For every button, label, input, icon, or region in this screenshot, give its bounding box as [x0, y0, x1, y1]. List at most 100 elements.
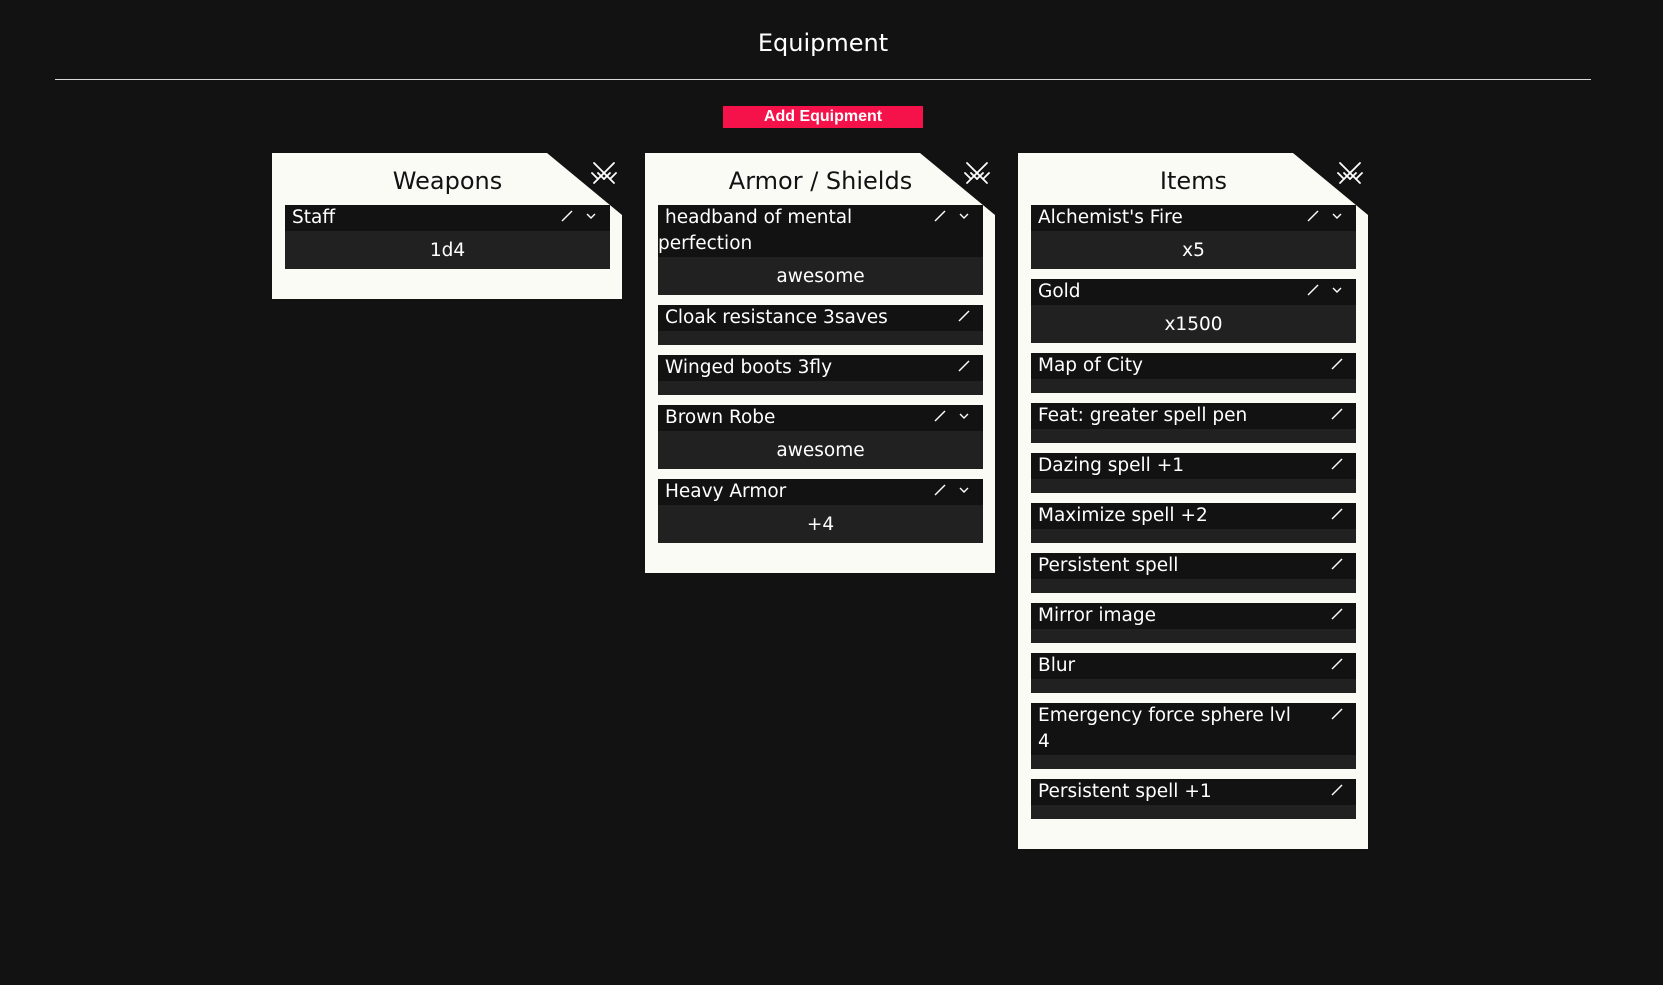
pencil-icon[interactable] — [1330, 657, 1344, 671]
item-tools — [1330, 607, 1344, 621]
weapons-panel: Weapons Staff 1d4 — [272, 153, 622, 299]
item-detail — [1031, 379, 1356, 393]
chevron-down-icon[interactable] — [584, 209, 598, 223]
item-header[interactable]: Cloak resistance 3saves — [658, 305, 983, 331]
item-name: Staff — [292, 207, 336, 228]
item-tools — [1306, 283, 1344, 297]
item-detail — [1031, 679, 1356, 693]
pencil-icon[interactable] — [1330, 407, 1344, 421]
pencil-icon[interactable] — [933, 409, 947, 423]
item-header[interactable]: Persistent spell — [1031, 553, 1356, 579]
item-tools — [957, 359, 971, 373]
item-tools — [1330, 407, 1344, 421]
pencil-icon[interactable] — [933, 209, 947, 223]
item-header[interactable]: Emergency force sphere lvl 4 — [1031, 703, 1356, 755]
item-name: Feat: greater spell pen — [1038, 405, 1248, 426]
item-name: Persistent spell +1 — [1038, 781, 1212, 802]
pencil-icon[interactable] — [1330, 507, 1344, 521]
chevron-down-icon[interactable] — [957, 209, 971, 223]
item-header[interactable]: headband of mental perfection — [658, 205, 983, 257]
item-tools — [1330, 457, 1344, 471]
equipment-item: Emergency force sphere lvl 4 — [1031, 703, 1356, 769]
item-name: Map of City — [1038, 355, 1143, 376]
item-tools — [933, 409, 971, 423]
equipment-item: Brown Robe awesome — [658, 405, 983, 469]
item-detail — [658, 331, 983, 345]
item-detail: awesome — [658, 257, 983, 295]
chevron-down-icon[interactable] — [957, 409, 971, 423]
equipment-item: Map of City — [1031, 353, 1356, 393]
item-tools — [1330, 357, 1344, 371]
pencil-icon[interactable] — [1330, 557, 1344, 571]
item-name: Dazing spell +1 — [1038, 455, 1184, 476]
item-tools — [933, 209, 971, 223]
item-name: Alchemist's Fire — [1038, 207, 1183, 228]
equipment-item: Mirror image — [1031, 603, 1356, 643]
item-header[interactable]: Maximize spell +2 — [1031, 503, 1356, 529]
item-detail: +4 — [658, 505, 983, 543]
crossed-swords-icon[interactable] — [962, 158, 992, 188]
items-panel: Items Alchemist's Fire x5 Gold x1500 Map… — [1018, 153, 1368, 849]
item-header[interactable]: Gold — [1031, 279, 1356, 305]
add-equipment-button[interactable]: Add Equipment — [723, 106, 923, 128]
pencil-icon[interactable] — [1330, 457, 1344, 471]
pencil-icon[interactable] — [1330, 783, 1344, 797]
item-detail — [1031, 529, 1356, 543]
item-header[interactable]: Dazing spell +1 — [1031, 453, 1356, 479]
item-tools — [1330, 507, 1344, 521]
item-name: Blur — [1038, 655, 1076, 676]
item-detail — [1031, 429, 1356, 443]
crossed-swords-icon[interactable] — [589, 158, 619, 188]
item-tools — [1330, 783, 1344, 797]
item-name: Cloak resistance 3saves — [665, 307, 888, 328]
pencil-icon[interactable] — [957, 359, 971, 373]
item-detail: awesome — [658, 431, 983, 469]
item-header[interactable]: Heavy Armor — [658, 479, 983, 505]
item-name: Winged boots 3fly — [665, 357, 833, 378]
equipment-item: Gold x1500 — [1031, 279, 1356, 343]
item-name: Emergency force sphere lvl 4 — [1038, 705, 1291, 752]
item-header[interactable]: Staff — [285, 205, 610, 231]
item-header[interactable]: Blur — [1031, 653, 1356, 679]
item-name: Persistent spell — [1038, 555, 1179, 576]
item-tools — [1306, 209, 1344, 223]
item-name: Maximize spell +2 — [1038, 505, 1208, 526]
pencil-icon[interactable] — [1306, 283, 1320, 297]
pencil-icon[interactable] — [933, 483, 947, 497]
chevron-down-icon[interactable] — [957, 483, 971, 497]
item-tools — [1330, 557, 1344, 571]
crossed-swords-icon[interactable] — [1335, 158, 1365, 188]
item-header[interactable]: Persistent spell +1 — [1031, 779, 1356, 805]
pencil-icon[interactable] — [1306, 209, 1320, 223]
item-detail — [1031, 579, 1356, 593]
pencil-icon[interactable] — [1330, 357, 1344, 371]
item-header[interactable]: Brown Robe — [658, 405, 983, 431]
equipment-item: Dazing spell +1 — [1031, 453, 1356, 493]
item-name: Heavy Armor — [665, 481, 787, 502]
item-detail: 1d4 — [285, 231, 610, 269]
pencil-icon[interactable] — [957, 309, 971, 323]
equipment-item: Heavy Armor +4 — [658, 479, 983, 543]
pencil-icon[interactable] — [1330, 607, 1344, 621]
equipment-item: Winged boots 3fly — [658, 355, 983, 395]
item-header[interactable]: Winged boots 3fly — [658, 355, 983, 381]
page-title: Equipment — [757, 29, 889, 57]
item-detail: x5 — [1031, 231, 1356, 269]
pencil-icon[interactable] — [560, 209, 574, 223]
item-name: Gold — [1038, 281, 1081, 302]
chevron-down-icon[interactable] — [1330, 283, 1344, 297]
item-header[interactable]: Alchemist's Fire — [1031, 205, 1356, 231]
item-header[interactable]: Map of City — [1031, 353, 1356, 379]
equipment-item: Blur — [1031, 653, 1356, 693]
equipment-item: Persistent spell +1 — [1031, 779, 1356, 819]
chevron-down-icon[interactable] — [1330, 209, 1344, 223]
item-tools — [1330, 657, 1344, 671]
item-detail — [1031, 479, 1356, 493]
item-detail — [1031, 755, 1356, 769]
item-header[interactable]: Mirror image — [1031, 603, 1356, 629]
equipment-item: Cloak resistance 3saves — [658, 305, 983, 345]
item-tools — [1330, 707, 1344, 721]
item-header[interactable]: Feat: greater spell pen — [1031, 403, 1356, 429]
pencil-icon[interactable] — [1330, 707, 1344, 721]
equipment-item: Staff 1d4 — [285, 205, 610, 269]
